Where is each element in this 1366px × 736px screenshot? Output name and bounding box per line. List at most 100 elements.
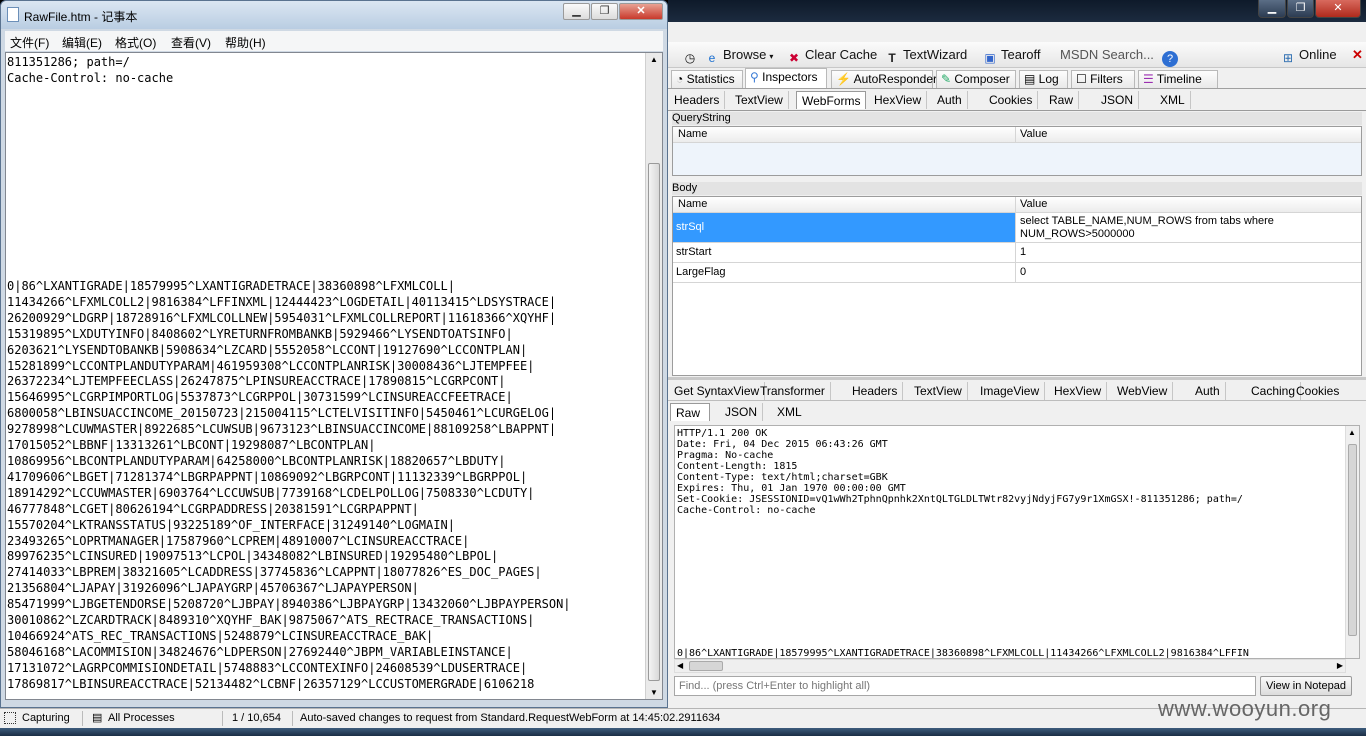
notepad-vertical-scrollbar[interactable]: ▲ ▼ [645, 53, 662, 699]
response-raw-text[interactable]: HTTP/1.1 200 OK Date: Fri, 04 Dec 2015 0… [674, 425, 1360, 659]
body-row-strstart[interactable]: strStart 1 [673, 243, 1361, 263]
body-col-name[interactable]: Name [675, 197, 1015, 212]
req-tab-json[interactable]: JSON [1096, 91, 1140, 109]
req-tab-hexview[interactable]: HexView [869, 91, 928, 109]
resp-tab-textview[interactable]: TextView [909, 382, 968, 400]
menu-edit[interactable]: 编辑(E) [62, 34, 102, 51]
tab-composer[interactable]: ✎ Composer [936, 70, 1016, 88]
resp-tab-cookies[interactable]: Cookies [1291, 382, 1344, 400]
body-row-strsql[interactable]: strSql select TABLE_NAME,NUM_ROWS from t… [673, 213, 1361, 243]
divider [82, 711, 83, 726]
req-tab-webforms[interactable]: WebForms [796, 91, 867, 109]
textwizard-button[interactable]: T TextWizard [884, 46, 967, 65]
req-tab-xml[interactable]: XML [1155, 91, 1191, 109]
browse-button[interactable]: e Browse ▾ [704, 46, 774, 65]
tab-inspectors[interactable]: ⚲ Inspectors [745, 68, 827, 88]
scroll-thumb[interactable] [648, 163, 660, 681]
find-input[interactable]: Find... (press Ctrl+Enter to highlight a… [674, 676, 1256, 696]
scroll-left-icon[interactable]: ◀ [677, 661, 683, 670]
querystring-col-value[interactable]: Value [1017, 127, 1357, 142]
fiddler-toolbar: ◷ e Browse ▾ ✖ Clear Cache T TextWizard ▣ Tea… [668, 42, 1366, 68]
resp-tab-imageview[interactable]: ImageView [975, 382, 1046, 400]
resp-subtab-raw[interactable]: Raw [670, 403, 710, 421]
notepad-text-body: 0|86^LXANTIGRADE|18579995^LXANTIGRADETRA… [7, 279, 571, 691]
divider [222, 711, 223, 726]
notepad-minimize-button[interactable]: ▁ [563, 3, 590, 20]
notepad-text-area[interactable]: 811351286; path=/ Cache-Control: no-cach… [5, 52, 663, 700]
close-button[interactable]: ✕ [1315, 0, 1361, 18]
tearoff-icon: ▣ [984, 51, 996, 65]
response-sub-tabs: Raw JSON XML [668, 401, 1366, 423]
resp-subtab-xml[interactable]: XML [772, 403, 807, 421]
body-row-largeflag[interactable]: LargeFlag 0 [673, 263, 1361, 283]
notepad-text-top: 811351286; path=/ Cache-Control: no-cach… [7, 55, 174, 85]
resp-tab-headers[interactable]: Headers [847, 382, 904, 400]
timer-button[interactable]: ◷ [682, 46, 701, 65]
response-horizontal-scrollbar[interactable]: ◀ ▶ [674, 659, 1346, 673]
resp-tab-hexview[interactable]: HexView [1049, 382, 1108, 400]
capturing-status[interactable]: Capturing [22, 712, 70, 724]
fiddler-title-bar: ▁ ❐ ✕ [668, 0, 1366, 22]
minimize-button[interactable]: ▁ [1258, 0, 1286, 18]
resp-tab-transformer[interactable]: Transformer [755, 382, 831, 400]
tab-statistics[interactable]: ◔ Statistics [671, 70, 743, 88]
body-header-row: Name Value [673, 197, 1361, 213]
process-filter[interactable]: All Processes [108, 712, 175, 724]
body-row-strsql-name: strSql [673, 213, 1015, 242]
scroll-thumb[interactable] [1348, 444, 1357, 636]
tab-log[interactable]: ▤ Log [1019, 70, 1068, 88]
help-button[interactable]: ? [1162, 46, 1181, 67]
tab-filters-label: Filters [1090, 72, 1123, 86]
composer-icon: ✎ [941, 72, 955, 86]
scroll-up-icon[interactable]: ▲ [1348, 428, 1356, 437]
close-toolbar-icon[interactable]: ✕ [1352, 46, 1363, 64]
notepad-menu-bar: 文件(F) 编辑(E) 格式(O) 查看(V) 帮助(H) [5, 31, 663, 51]
tab-autoresponder[interactable]: ⚡ AutoResponder [831, 70, 937, 88]
capturing-icon [4, 712, 16, 724]
menu-file[interactable]: 文件(F) [10, 34, 49, 51]
view-in-notepad-button[interactable]: View in Notepad [1260, 676, 1352, 696]
resp-tab-webview[interactable]: WebView [1112, 382, 1174, 400]
request-inspector-tabs: Headers TextView WebForms HexView Auth C… [668, 89, 1366, 111]
response-vertical-scrollbar[interactable]: ▲ [1345, 426, 1359, 658]
tearoff-button[interactable]: ▣ Tearoff [982, 46, 1040, 65]
body-row-largeflag-value[interactable]: 0 [1017, 263, 1361, 282]
response-headers-text: HTTP/1.1 200 OK Date: Fri, 04 Dec 2015 0… [677, 428, 1243, 516]
tab-filters[interactable]: ☐ Filters [1071, 70, 1135, 88]
body-grid[interactable]: Name Value strSql select TABLE_NAME,NUM_… [672, 196, 1362, 376]
menu-view[interactable]: 查看(V) [171, 34, 211, 51]
req-tab-headers[interactable]: Headers [669, 91, 726, 109]
log-icon: ▤ [1024, 72, 1039, 86]
h-scroll-thumb[interactable] [689, 661, 723, 671]
querystring-header-row: Name Value [673, 127, 1361, 143]
req-tab-auth[interactable]: Auth [932, 91, 968, 109]
windows-taskbar [0, 728, 1366, 736]
maximize-button[interactable]: ❐ [1287, 0, 1314, 18]
scroll-up-icon[interactable]: ▲ [650, 55, 658, 64]
req-tab-textview[interactable]: TextView [730, 91, 789, 109]
querystring-grid[interactable]: Name Value [672, 126, 1362, 176]
scroll-down-icon[interactable]: ▼ [650, 688, 658, 697]
resp-subtab-json[interactable]: JSON [720, 403, 764, 421]
tab-autoresponder-label: AutoResponder [853, 72, 938, 86]
menu-help[interactable]: 帮助(H) [225, 34, 266, 51]
session-count: 1 / 10,654 [232, 712, 281, 724]
notepad-maximize-button[interactable]: ❐ [591, 3, 618, 20]
body-col-value[interactable]: Value [1017, 197, 1357, 212]
querystring-empty-area [673, 143, 1361, 175]
req-tab-raw[interactable]: Raw [1044, 91, 1080, 109]
clear-cache-button[interactable]: ✖ Clear Cache [786, 46, 877, 65]
notepad-close-button[interactable]: ✕ [619, 3, 663, 20]
resp-tab-syntaxview[interactable]: Get SyntaxView [669, 382, 766, 400]
querystring-col-name[interactable]: Name [675, 127, 1015, 142]
req-tab-cookies[interactable]: Cookies [984, 91, 1039, 109]
menu-format[interactable]: 格式(O) [115, 34, 156, 51]
online-indicator[interactable]: ⊞ Online [1280, 46, 1337, 65]
msdn-search-input[interactable]: MSDN Search... [1060, 46, 1154, 64]
resp-tab-auth[interactable]: Auth [1190, 382, 1226, 400]
notepad-window: RawFile.htm - 记事本 ▁ ❐ ✕ 文件(F) 编辑(E) 格式(O… [0, 0, 668, 708]
body-row-strsql-value[interactable]: select TABLE_NAME,NUM_ROWS from tabs whe… [1017, 213, 1361, 242]
body-row-strstart-value[interactable]: 1 [1017, 243, 1361, 262]
scroll-right-icon[interactable]: ▶ [1337, 661, 1343, 670]
tab-timeline[interactable]: ☰ Timeline [1138, 70, 1218, 88]
